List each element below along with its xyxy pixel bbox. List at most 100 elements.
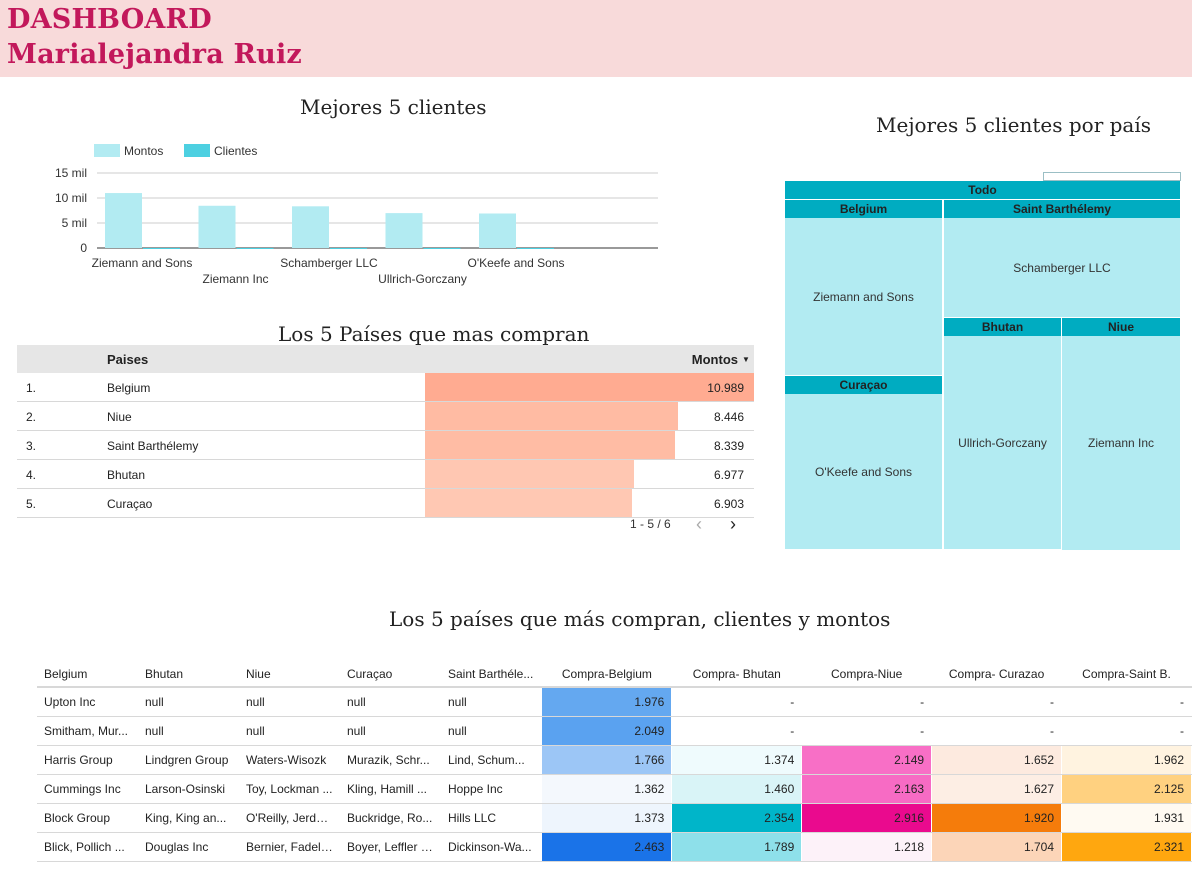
table-row[interactable]: Cummings Inc Larson-Osinski Toy, Lockman .… (37, 774, 1192, 804)
big-table-title: Los 5 países que más compran, clientes y… (389, 607, 891, 631)
treemap-header-belgium[interactable]: Belgium (785, 200, 942, 218)
client-cell: Larson-Osinski (137, 774, 239, 804)
table-row[interactable]: 2. Niue 8.446 (17, 402, 754, 431)
bar-clientes (517, 247, 554, 249)
legend-label: Montos (124, 144, 163, 158)
bar-clientes (330, 247, 367, 249)
client-cell: Murazik, Schr... (339, 745, 441, 775)
bar-clientes (143, 247, 180, 249)
amount-cell: 1.789 (671, 832, 803, 862)
treemap-cell-label: Schamberger LLC (1013, 260, 1111, 275)
treemap-cell-label: Ziemann Inc (1087, 436, 1155, 450)
client-cell: Douglas Inc (137, 832, 239, 862)
row-index: 3. (26, 439, 37, 453)
amount-cell: - (801, 687, 933, 717)
treemap-header-niue[interactable]: Niue (1062, 318, 1180, 336)
x-tick-label: Ullrich-Gorczany (378, 272, 467, 286)
amount-cell: 1.704 (931, 832, 1063, 862)
row-country: Niue (107, 410, 132, 424)
client-cell: O'Reilly, Jerde ... (238, 803, 340, 833)
treemap-header-bhutan[interactable]: Bhutan (944, 318, 1061, 336)
amount-cell: 1.652 (931, 745, 1063, 775)
treemap-cell-bhutan[interactable]: Ullrich-Gorczany (944, 336, 1061, 549)
column-header[interactable]: Compra-Belgium (541, 662, 672, 688)
client-cell: Smitham, Mur... (37, 716, 138, 746)
table-row[interactable]: Smitham, Mur... null null null null 2.049- - - - (37, 716, 1192, 746)
x-tick-label: Ziemann and Sons (92, 256, 193, 270)
countries-table-body: 1. Belgium 10.989 2. Niue 8.446 3. Saint Barthé… (17, 373, 754, 518)
amount-cell: 2.321 (1061, 832, 1192, 862)
column-header[interactable]: Saint Barthéle... (440, 662, 542, 688)
client-cell: null (238, 687, 340, 717)
y-tick-label: 0 (80, 241, 87, 255)
row-amount: 8.446 (713, 410, 744, 424)
client-cell: Block Group (37, 803, 138, 833)
table-row[interactable]: Block Group King, King an... O'Reilly, Jer… (37, 803, 1192, 833)
treemap-cell-niue[interactable]: Ziemann Inc (1062, 336, 1180, 550)
client-cell: null (339, 716, 441, 746)
bar-chart: Montos Clientes 0 5 mil 10 mil 15 mil Ziemann … (55, 144, 658, 286)
amount-cell: 2.354 (671, 803, 803, 833)
legend-label: Clientes (214, 144, 257, 158)
client-cell: Blick, Pollich ... (37, 832, 138, 862)
treemap-title: Mejores 5 clientes por país (876, 113, 1152, 137)
table-row[interactable]: 5. Curaçao 6.903 (17, 489, 754, 518)
sort-descending-icon[interactable]: ▼ (742, 355, 754, 364)
treemap-cell-belgium[interactable]: Ziemann and Sons (785, 218, 942, 375)
client-cell: King, King an... (137, 803, 239, 833)
row-country: Saint Barthélemy (107, 439, 199, 453)
treemap-root-header[interactable]: Todo (785, 181, 1180, 199)
row-amount: 10.989 (707, 381, 744, 395)
treemap: Todo Belgium Ziemann and Sons Saint Bart… (785, 181, 1180, 550)
column-header[interactable]: Curaçao (339, 662, 441, 688)
chevron-right-icon[interactable]: › (730, 514, 736, 535)
amount-cell: 2.916 (801, 803, 933, 833)
client-cell: null (137, 687, 239, 717)
column-header[interactable]: Compra- Bhutan (671, 662, 802, 688)
bar-chart-title: Mejores 5 clientes (300, 95, 487, 119)
bar-montos (105, 193, 142, 248)
bar-montos (198, 205, 236, 248)
column-header-countries[interactable]: Paises (107, 352, 148, 367)
amount-cell: - (671, 687, 803, 717)
chevron-left-icon[interactable]: ‹ (696, 514, 702, 535)
client-cell: Waters-Wisozk (238, 745, 340, 775)
treemap-cell-saint-barthelemy[interactable]: Schamberger LLC (944, 218, 1180, 317)
amount-bar (425, 373, 754, 401)
column-header[interactable]: Compra- Curazao (931, 662, 1062, 688)
table-row[interactable]: Upton Inc null null null null 1.976- - - - (37, 687, 1192, 717)
treemap-header-curacao[interactable]: Curaçao (785, 376, 942, 394)
amount-cell: 1.460 (671, 774, 803, 804)
column-header[interactable]: Compra-Saint B. (1061, 662, 1192, 688)
table-row[interactable]: Harris Group Lindgren Group Waters-Wisozk M… (37, 745, 1192, 775)
table-header-row: Belgium Bhutan Niue Curaçao Saint Barthéle..… (37, 662, 1192, 688)
table-row[interactable]: 3. Saint Barthélemy 8.339 (17, 431, 754, 460)
client-cell: Hills LLC (440, 803, 542, 833)
table-pager: 1 - 5 / 6 ‹ › (630, 514, 736, 534)
client-cell: Harris Group (37, 745, 138, 775)
bar-clientes (423, 247, 461, 249)
column-header-amount[interactable]: Montos (692, 352, 738, 367)
x-tick-label: Ziemann Inc (202, 272, 268, 286)
amount-cell: 1.976 (541, 687, 673, 717)
row-index: 5. (26, 497, 37, 511)
countries-table: Paises Montos ▼ 1. Belgium 10.989 2. Niue 8.4… (17, 345, 754, 518)
client-cell: Lind, Schum... (440, 745, 542, 775)
column-header[interactable]: Belgium (37, 662, 138, 688)
column-header[interactable]: Compra-Niue (801, 662, 932, 688)
treemap-header-saint-barthelemy[interactable]: Saint Barthélemy (944, 200, 1180, 218)
amount-bar (425, 431, 675, 459)
client-cell: Upton Inc (37, 687, 138, 717)
treemap-cell-curacao[interactable]: O'Keefe and Sons (785, 394, 942, 549)
row-index: 4. (26, 468, 37, 482)
column-header[interactable]: Bhutan (137, 662, 239, 688)
table-row[interactable]: 4. Bhutan 6.977 (17, 460, 754, 489)
column-header[interactable]: Niue (238, 662, 340, 688)
table-row[interactable]: Blick, Pollich ... Douglas Inc Bernier, Fa… (37, 832, 1192, 862)
treemap-scrollbar[interactable] (1043, 172, 1181, 181)
client-cell: Cummings Inc (37, 774, 138, 804)
amount-cell: - (931, 687, 1063, 717)
row-index: 2. (26, 410, 37, 424)
table-row[interactable]: 1. Belgium 10.989 (17, 373, 754, 402)
amount-cell: 1.962 (1061, 745, 1192, 775)
